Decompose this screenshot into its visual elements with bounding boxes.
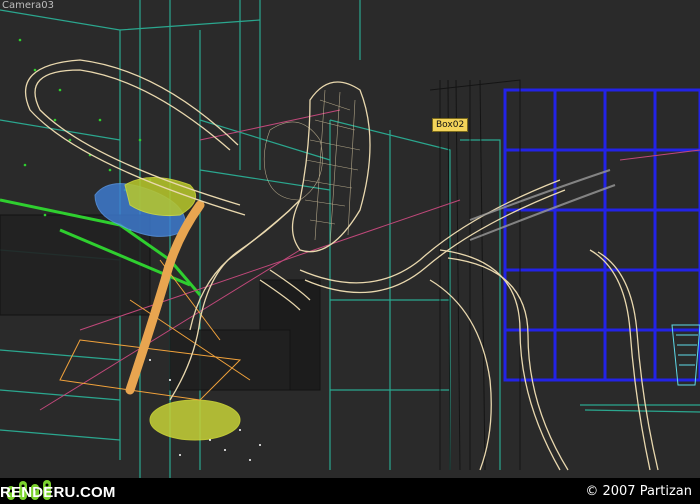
3d-viewport[interactable]: Camera03 Box02 RENDERU.COM © 2007 Partiz…	[0, 0, 700, 504]
selected-object-tag[interactable]: Box02	[432, 118, 469, 132]
copyright-text: © 2007 Partizan	[585, 484, 692, 499]
wireframe-scene[interactable]	[0, 0, 700, 478]
watermark-bar: RENDERU.COM © 2007 Partizan	[0, 478, 700, 504]
brand-name: RENDERU.COM	[0, 484, 116, 501]
pot-wire	[149, 399, 241, 441]
camera-label[interactable]: Camera03	[2, 0, 54, 11]
